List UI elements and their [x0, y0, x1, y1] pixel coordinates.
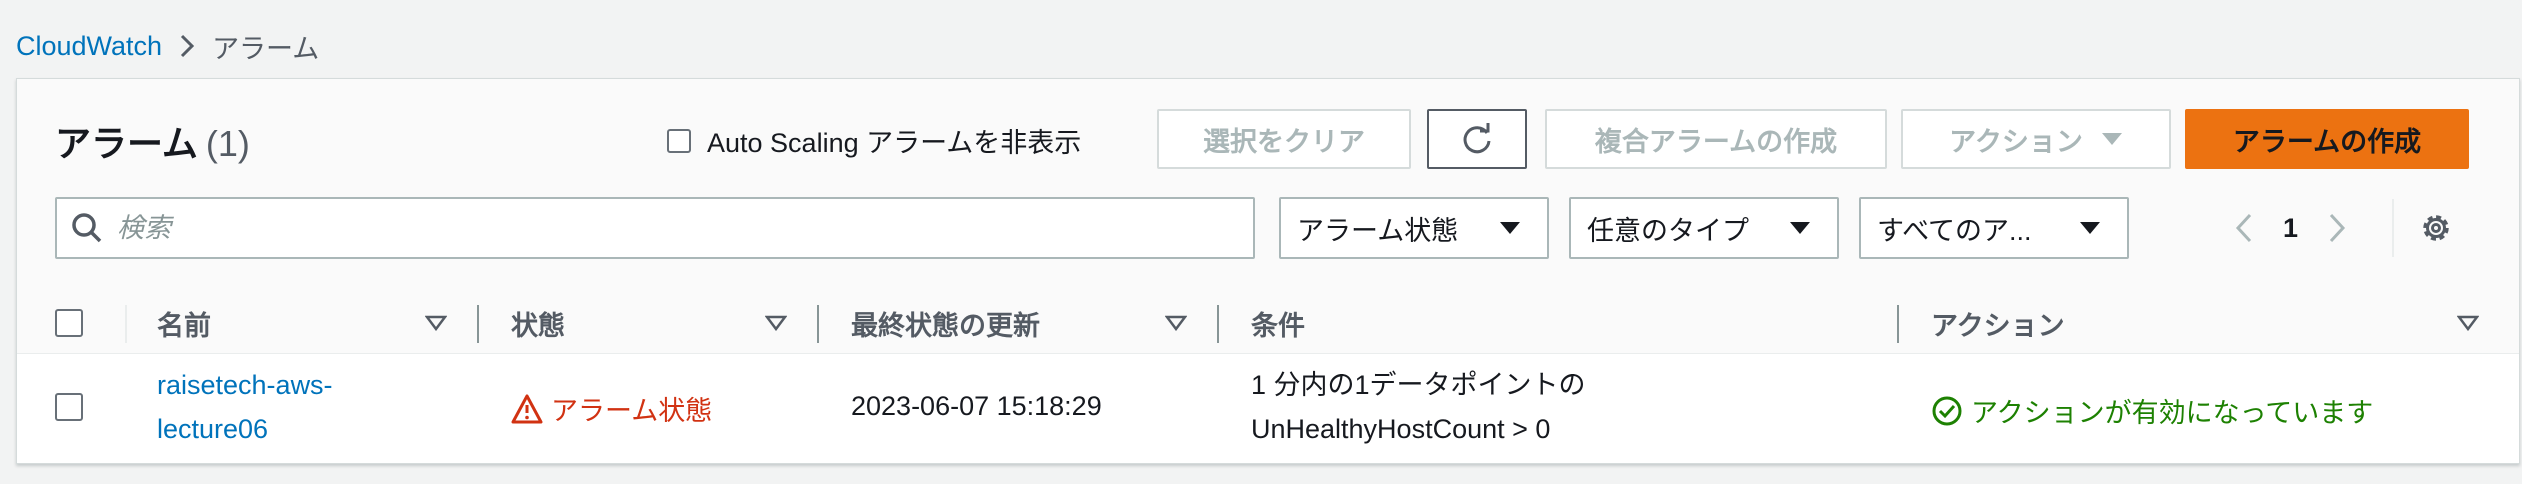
caret-down-icon: [2101, 132, 2123, 146]
column-divider: [125, 305, 127, 343]
caret-down-icon: [2080, 222, 2100, 234]
condition-cell: 1 分内の1データポイントの UnHealthyHostCount > 0: [1251, 363, 1586, 451]
page-title: アラーム (1): [55, 115, 250, 167]
next-page-icon[interactable]: [2328, 213, 2346, 243]
search-field[interactable]: [55, 197, 1255, 259]
alarm-state-cell: アラーム状態: [511, 389, 712, 428]
select-all-cell: [55, 293, 83, 353]
previous-page-icon[interactable]: [2235, 213, 2253, 243]
sort-down-icon[interactable]: [425, 315, 447, 331]
column-header-name[interactable]: 名前: [157, 293, 211, 353]
row-select-cell: [55, 393, 83, 421]
alarm-actions-select[interactable]: すべてのア...: [1859, 197, 2129, 259]
refresh-icon: [1463, 123, 1491, 154]
chevron-right-icon: [180, 34, 195, 58]
alarm-name-link[interactable]: raisetech-aws- lecture06: [157, 363, 333, 451]
actions-status-cell: アクションが有効になっています: [1931, 391, 2373, 430]
alarm-state-text: アラーム状態: [551, 396, 713, 426]
column-divider: [477, 305, 479, 343]
condition-line2: UnHealthyHostCount > 0: [1251, 414, 1551, 444]
row-checkbox[interactable]: [55, 393, 83, 421]
alarm-count: (1): [205, 123, 250, 164]
last-update-cell: 2023-06-07 15:18:29: [851, 391, 1102, 421]
check-circle-icon: [1932, 396, 1962, 425]
breadcrumb-cloudwatch-link[interactable]: CloudWatch: [16, 31, 162, 62]
sort-down-icon[interactable]: [2457, 315, 2479, 331]
panel-header: アラーム (1) Auto Scaling アラームを非表示 選択をクリア 複合ア…: [17, 79, 2519, 294]
alarm-actions-select-value: すべてのア...: [1877, 215, 2032, 246]
column-divider: [817, 305, 819, 343]
breadcrumb-current: アラーム: [212, 33, 320, 64]
column-header-actions[interactable]: アクション: [1931, 293, 2065, 353]
alarm-name-line1: raisetech-aws-: [157, 370, 333, 400]
create-composite-alarm-button[interactable]: 複合アラームの作成: [1545, 109, 1887, 169]
search-input[interactable]: [115, 211, 1219, 245]
table-header: 名前 状態 最終状態の更新 条件 アクション: [17, 293, 2519, 354]
condition-line1: 1 分内の1データポイントの: [1251, 370, 1586, 400]
current-page-number[interactable]: 1: [2283, 213, 2298, 244]
warning-icon: [511, 394, 543, 423]
hide-autoscaling-label: Auto Scaling アラームを非表示: [707, 128, 1082, 158]
pagination: 1: [2235, 197, 2346, 259]
gear-icon[interactable]: [2417, 209, 2455, 247]
caret-down-icon: [1790, 222, 1810, 234]
column-divider: [1897, 305, 1899, 343]
column-header-conditions[interactable]: 条件: [1251, 293, 1305, 353]
alarm-state-select[interactable]: アラーム状態: [1279, 197, 1549, 259]
actions-dropdown-label: アクション: [1949, 126, 2083, 157]
column-header-state[interactable]: 状態: [511, 293, 565, 353]
select-all-checkbox[interactable]: [55, 309, 83, 337]
caret-down-icon: [1500, 222, 1520, 234]
hide-autoscaling-checkbox[interactable]: [667, 128, 691, 153]
actions-status-text: アクションが有効になっています: [1971, 398, 2374, 428]
alarm-state-select-value: アラーム状態: [1297, 215, 1459, 246]
alarms-panel: アラーム (1) Auto Scaling アラームを非表示 選択をクリア 複合ア…: [16, 78, 2520, 464]
page-title-text: アラーム: [55, 123, 198, 164]
sort-down-icon[interactable]: [765, 315, 787, 331]
sort-down-icon[interactable]: [1165, 315, 1187, 331]
breadcrumb: CloudWatch アラーム: [16, 26, 319, 66]
actions-dropdown-button[interactable]: アクション: [1901, 109, 2171, 169]
alarm-name-line2: lecture06: [157, 414, 269, 444]
create-alarm-button[interactable]: アラームの作成: [2185, 109, 2469, 169]
clear-selection-button[interactable]: 選択をクリア: [1157, 109, 1411, 169]
refresh-button[interactable]: [1427, 109, 1527, 169]
table-row: raisetech-aws- lecture06 アラーム状態 2023-06-…: [17, 353, 2519, 463]
column-divider: [1217, 305, 1219, 343]
alarm-type-select-value: 任意のタイプ: [1587, 215, 1749, 246]
hide-autoscaling-toggle[interactable]: Auto Scaling アラームを非表示: [667, 121, 1081, 160]
alarm-type-select[interactable]: 任意のタイプ: [1569, 197, 1839, 259]
column-header-last-update[interactable]: 最終状態の更新: [851, 293, 1040, 353]
pager-divider: [2392, 199, 2394, 257]
search-icon: [72, 213, 102, 243]
